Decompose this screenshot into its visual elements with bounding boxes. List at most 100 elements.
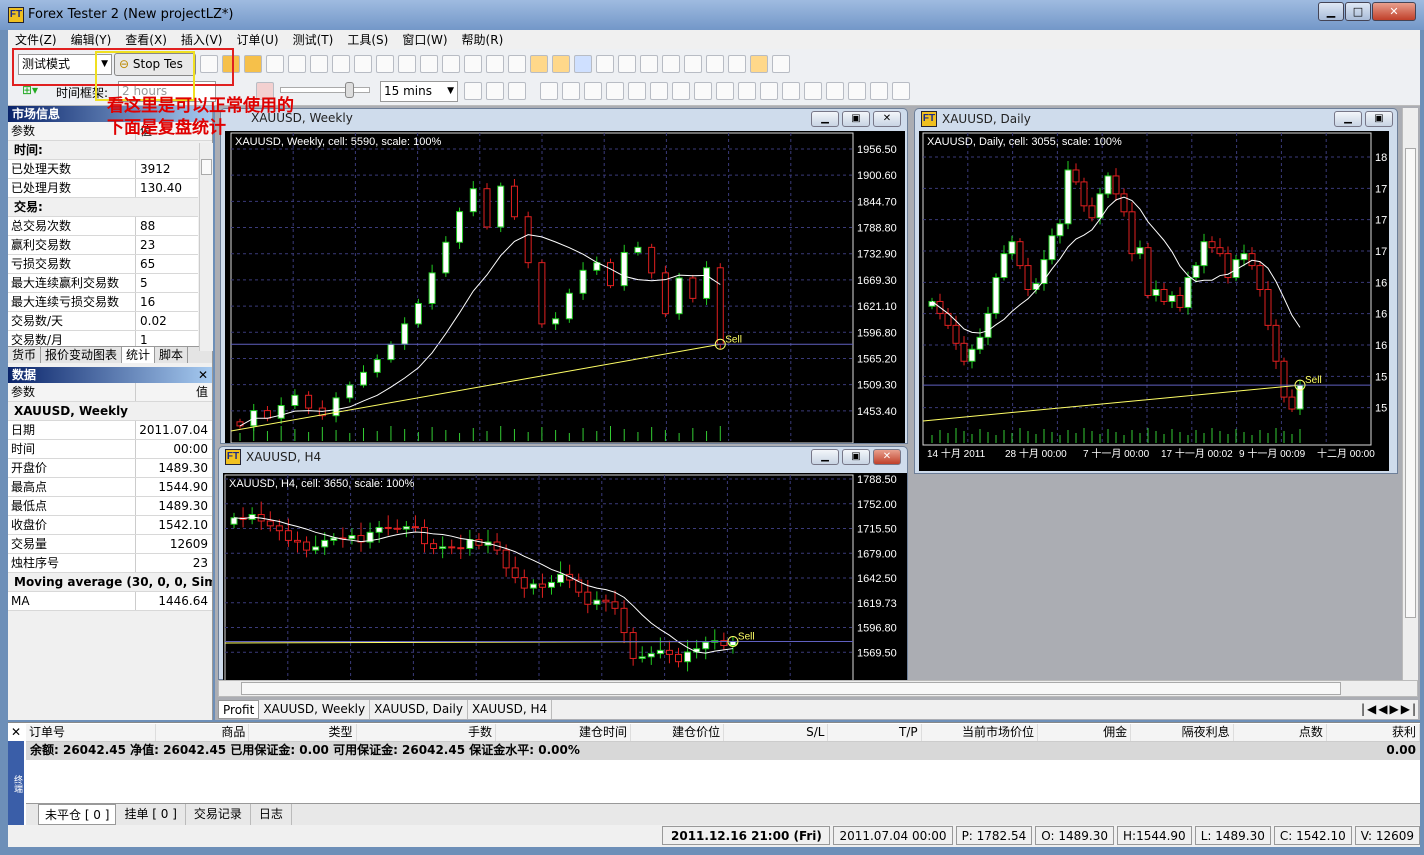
close-icon[interactable]: ✕ — [11, 725, 21, 739]
column-header[interactable]: 建仓时间 — [496, 724, 631, 741]
window-icon[interactable] — [574, 55, 592, 73]
column-header[interactable]: 商品 — [156, 724, 250, 741]
restore-button[interactable]: ▣ — [842, 111, 870, 127]
maximize-button[interactable]: □ — [1345, 2, 1371, 21]
column-header[interactable]: 隔夜利息 — [1131, 724, 1234, 741]
candle-icon[interactable] — [508, 55, 526, 73]
minimize-button[interactable]: ▁ — [811, 449, 839, 465]
m-icon[interactable] — [354, 55, 372, 73]
tab-currency[interactable]: 货币 — [8, 347, 42, 363]
horizontal-line-icon[interactable] — [606, 82, 624, 100]
speed-select[interactable]: 15 mins ▼ — [380, 81, 458, 102]
tab-tick-chart[interactable]: 报价变动图表 — [41, 347, 123, 363]
tab-scripts[interactable]: 脚本 — [155, 347, 189, 363]
step-candle-icon[interactable] — [508, 82, 526, 100]
h4-chart[interactable]: 1788.50 1752.00 1715.50 1679.00 1642.50 1619.… — [223, 473, 907, 684]
trendline-icon[interactable] — [628, 82, 646, 100]
minimize-button[interactable]: ▁ — [1318, 2, 1344, 21]
cursor-icon[interactable] — [540, 82, 558, 100]
column-header[interactable]: 订单号 — [26, 724, 157, 741]
cancel-icon[interactable] — [398, 55, 416, 73]
camera-icon[interactable] — [728, 55, 746, 73]
broom-icon[interactable] — [706, 55, 724, 73]
scrollbar-thumb[interactable] — [241, 682, 1341, 695]
menu-order[interactable]: 订单(U) — [236, 31, 278, 48]
vertical-scrollbar[interactable] — [1402, 108, 1418, 680]
tab-trade-history[interactable]: 交易记录 — [186, 804, 251, 825]
scrollbar-thumb[interactable] — [201, 159, 212, 175]
tab-nav-buttons[interactable]: |◀◀▶▶| — [1361, 700, 1418, 718]
label-icon[interactable] — [716, 82, 734, 100]
tab-daily[interactable]: XAUUSD, Daily — [370, 700, 468, 719]
tab-h4[interactable]: XAUUSD, H4 — [468, 700, 553, 719]
menu-help[interactable]: 帮助(R) — [462, 31, 504, 48]
modify-icon[interactable] — [420, 55, 438, 73]
minimize-button[interactable]: ▁ — [811, 111, 839, 127]
magnet-icon[interactable] — [892, 82, 910, 100]
column-header[interactable]: 当前市场价位 — [922, 724, 1038, 741]
data-icon[interactable] — [266, 55, 284, 73]
column-header[interactable]: 建仓价位 — [631, 724, 725, 741]
weekly-chart[interactable]: 1956.50 1900.60 1844.70 1788.80 1732.90 1669.… — [225, 131, 905, 444]
close-button[interactable]: ✕ — [873, 449, 901, 465]
wave-icon[interactable] — [672, 82, 690, 100]
p-icon[interactable] — [332, 55, 350, 73]
scrollbar-thumb[interactable] — [1405, 148, 1416, 618]
new-doc-icon[interactable] — [310, 55, 328, 73]
tab-statistics[interactable]: 统计 — [122, 347, 156, 363]
column-header[interactable]: S/L — [724, 724, 829, 741]
column-header[interactable]: 佣金 — [1038, 724, 1132, 741]
restore-button[interactable]: ▣ — [1365, 111, 1393, 127]
save-project-icon[interactable] — [244, 55, 262, 73]
horizontal-scrollbar[interactable] — [218, 680, 1418, 697]
list-icon[interactable] — [772, 55, 790, 73]
menu-insert[interactable]: 插入(V) — [181, 31, 223, 48]
column-header[interactable]: 手数 — [357, 724, 497, 741]
speed-slider-thumb[interactable] — [345, 82, 354, 98]
column-header[interactable]: 获利 — [1327, 724, 1421, 741]
ray-icon[interactable] — [650, 82, 668, 100]
tab-profit[interactable]: Profit — [218, 700, 260, 719]
menu-file[interactable]: 文件(Z) — [15, 31, 57, 48]
tab-pending-orders[interactable]: 挂单 [ 0 ] — [116, 804, 186, 825]
fan-icon[interactable] — [804, 82, 822, 100]
shape-icon[interactable] — [738, 82, 756, 100]
column-header[interactable]: 类型 — [249, 724, 357, 741]
indicator-icon[interactable] — [662, 55, 680, 73]
tab-journal[interactable]: 日志 — [251, 804, 292, 825]
step-forward-icon[interactable] — [486, 82, 504, 100]
column-header[interactable]: T/P — [828, 724, 922, 741]
export-icon[interactable] — [288, 55, 306, 73]
menu-window[interactable]: 窗口(W) — [402, 31, 447, 48]
market-info-scrollbar[interactable] — [199, 143, 213, 351]
gann-icon[interactable] — [848, 82, 866, 100]
check-icon[interactable] — [376, 55, 394, 73]
menu-test[interactable]: 测试(T) — [293, 31, 334, 48]
menu-view[interactable]: 查看(X) — [125, 31, 167, 48]
line-chart-icon[interactable] — [596, 55, 614, 73]
money-icon[interactable] — [530, 55, 548, 73]
close-icon[interactable]: ✕ — [198, 367, 208, 383]
angle-icon[interactable] — [826, 82, 844, 100]
menu-edit[interactable]: 编辑(Y) — [71, 31, 112, 48]
bar-chart-icon[interactable] — [486, 55, 504, 73]
close-button[interactable]: ✕ — [1372, 2, 1416, 21]
tile-icon[interactable] — [750, 55, 768, 73]
minimize-button[interactable]: ▁ — [1334, 111, 1362, 127]
text-icon[interactable] — [694, 82, 712, 100]
zoom-in-icon[interactable] — [442, 55, 460, 73]
crosshair-icon[interactable] — [562, 82, 580, 100]
step-back-icon[interactable] — [464, 82, 482, 100]
axis-icon[interactable] — [618, 55, 636, 73]
menu-tools[interactable]: 工具(S) — [347, 31, 388, 48]
daily-chart[interactable]: 18 17 17 17 16 16 16 15 15 XAUUSD, Daily, cell: 3… — [919, 131, 1389, 471]
money2-icon[interactable] — [552, 55, 570, 73]
close-button[interactable]: ✕ — [873, 111, 901, 127]
pitchfork-icon[interactable] — [870, 82, 888, 100]
vertical-line-icon[interactable] — [584, 82, 602, 100]
channel-icon[interactable] — [760, 82, 778, 100]
zoom-out-icon[interactable] — [464, 55, 482, 73]
tab-weekly[interactable]: XAUUSD, Weekly — [259, 700, 371, 719]
restore-button[interactable]: ▣ — [842, 449, 870, 465]
tab-open-positions[interactable]: 未平仓 [ 0 ] — [38, 804, 117, 825]
